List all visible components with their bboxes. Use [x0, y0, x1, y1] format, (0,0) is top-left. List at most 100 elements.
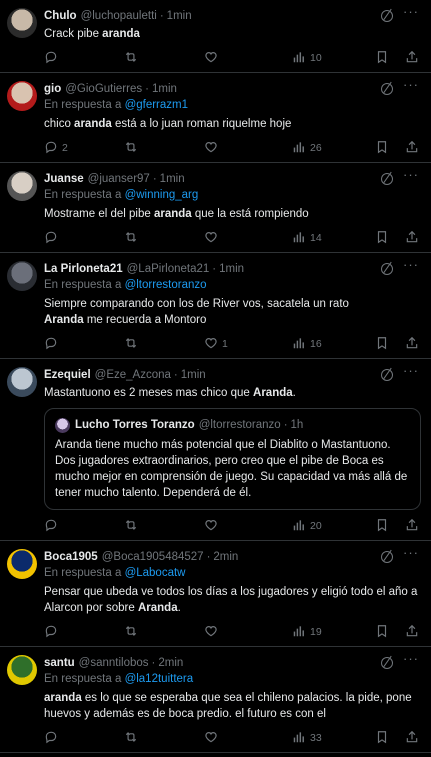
views-button[interactable]: 14 [292, 230, 370, 247]
timestamp[interactable]: 1min [219, 263, 244, 275]
author-handle[interactable]: @GioGutierres [65, 83, 142, 95]
more-options-icon[interactable]: ··· [403, 77, 419, 92]
timestamp[interactable]: 1min [160, 173, 185, 185]
timestamp[interactable]: 1min [167, 10, 192, 22]
views-button[interactable]: 19 [292, 624, 370, 641]
timestamp[interactable]: 1min [152, 83, 177, 95]
quoted-tweet[interactable]: Lucho Torres Toranzo @ltorrestoranzo · 1h Ar… [44, 408, 421, 510]
timestamp[interactable]: 1min [181, 369, 206, 381]
more-options-icon[interactable]: ··· [403, 167, 419, 182]
like-button[interactable] [204, 140, 292, 157]
reply-to-link[interactable]: @winning_arg [125, 189, 199, 201]
retweet-button[interactable] [124, 624, 204, 641]
share-icon[interactable] [405, 730, 419, 747]
bookmark-icon[interactable] [375, 730, 389, 747]
tweet[interactable]: Boca1905 @Boca1905484527 · 2min ··· En respue… [0, 541, 431, 647]
author-name[interactable]: Ezequiel [44, 369, 91, 381]
views-button[interactable]: 33 [292, 730, 370, 747]
grok-icon[interactable] [381, 657, 393, 669]
more-options-icon[interactable]: ··· [403, 545, 419, 560]
avatar[interactable] [7, 8, 37, 38]
tweet[interactable]: La Pirloneta21 @LaPirloneta21 · 1min ··· En r… [0, 253, 431, 359]
avatar[interactable] [7, 655, 37, 685]
avatar[interactable] [7, 81, 37, 111]
grok-icon[interactable] [381, 263, 393, 275]
retweet-button[interactable] [124, 336, 204, 353]
share-icon[interactable] [405, 140, 419, 157]
reply-to-link[interactable]: @Labocatw [125, 567, 186, 579]
retweet-button[interactable] [124, 230, 204, 247]
tweet[interactable]: Chulo @luchopauletti · 1min ··· Crack pibe ar… [0, 0, 431, 73]
grok-icon[interactable] [381, 10, 393, 22]
bookmark-icon[interactable] [375, 518, 389, 535]
author-handle[interactable]: @Eze_Azcona [95, 369, 171, 381]
grok-icon[interactable] [381, 83, 393, 95]
share-icon[interactable] [405, 336, 419, 353]
reply-prefix: En respuesta a [44, 189, 122, 201]
retweet-button[interactable] [124, 140, 204, 157]
retweet-button[interactable] [124, 50, 204, 67]
avatar[interactable] [7, 261, 37, 291]
more-options-icon[interactable]: ··· [403, 257, 419, 272]
views-button[interactable]: 16 [292, 336, 370, 353]
avatar[interactable] [7, 367, 37, 397]
author-name[interactable]: gio [44, 83, 61, 95]
reply-to-link[interactable]: @ltorrestoranzo [125, 279, 207, 291]
like-button[interactable] [204, 518, 292, 535]
tweet[interactable]: Juanse @juanser97 · 1min ··· En respuesta a @… [0, 163, 431, 253]
bookmark-icon[interactable] [375, 624, 389, 641]
author-name[interactable]: santu [44, 657, 75, 669]
views-button[interactable]: 20 [292, 518, 370, 535]
author-name[interactable]: Chulo [44, 10, 77, 22]
more-options-icon[interactable]: ··· [403, 363, 419, 378]
retweet-button[interactable] [124, 518, 204, 535]
like-icon [204, 730, 222, 747]
grok-icon[interactable] [381, 173, 393, 185]
author-name[interactable]: La Pirloneta21 [44, 263, 123, 275]
like-count: 1 [222, 338, 228, 350]
retweet-button[interactable] [124, 730, 204, 747]
more-options-icon[interactable]: ··· [403, 651, 419, 666]
reply-button[interactable] [44, 624, 124, 641]
share-icon[interactable] [405, 50, 419, 67]
author-handle[interactable]: @luchopauletti [81, 10, 157, 22]
author-name[interactable]: Boca1905 [44, 551, 98, 563]
bookmark-icon[interactable] [375, 230, 389, 247]
author-handle[interactable]: @LaPirloneta21 [127, 263, 210, 275]
like-button[interactable] [204, 50, 292, 67]
avatar[interactable] [7, 171, 37, 201]
reply-button[interactable] [44, 50, 124, 67]
author-name[interactable]: Juanse [44, 173, 84, 185]
bookmark-icon[interactable] [375, 336, 389, 353]
author-handle[interactable]: @Boca1905484527 [102, 551, 204, 563]
share-icon[interactable] [405, 230, 419, 247]
reply-button[interactable] [44, 336, 124, 353]
author-handle[interactable]: @juanser97 [88, 173, 150, 185]
avatar[interactable] [7, 549, 37, 579]
reply-button[interactable]: 2 [44, 140, 124, 157]
timestamp[interactable]: 2min [213, 551, 238, 563]
like-button[interactable] [204, 230, 292, 247]
share-icon[interactable] [405, 624, 419, 641]
grok-icon[interactable] [381, 551, 393, 563]
tweet[interactable]: gio @GioGutierres · 1min ··· En respuesta a @… [0, 73, 431, 163]
like-button[interactable]: 1 [204, 336, 292, 353]
reply-to-link[interactable]: @gferrazm1 [125, 99, 188, 111]
timestamp[interactable]: 2min [158, 657, 183, 669]
reply-button[interactable] [44, 730, 124, 747]
bookmark-icon[interactable] [375, 50, 389, 67]
like-button[interactable] [204, 624, 292, 641]
bookmark-icon[interactable] [375, 140, 389, 157]
views-button[interactable]: 10 [292, 50, 370, 67]
more-options-icon[interactable]: ··· [403, 4, 419, 19]
tweet[interactable]: santu @sanntilobos · 2min ··· En respuesta a … [0, 647, 431, 753]
grok-icon[interactable] [381, 369, 393, 381]
like-button[interactable] [204, 730, 292, 747]
reply-button[interactable] [44, 518, 124, 535]
reply-button[interactable] [44, 230, 124, 247]
tweet[interactable]: Ezequiel @Eze_Azcona · 1min ··· Mastantuono e… [0, 359, 431, 541]
reply-to-link[interactable]: @la12tuittera [125, 673, 194, 685]
author-handle[interactable]: @sanntilobos [79, 657, 149, 669]
views-button[interactable]: 26 [292, 140, 370, 157]
share-icon[interactable] [405, 518, 419, 535]
